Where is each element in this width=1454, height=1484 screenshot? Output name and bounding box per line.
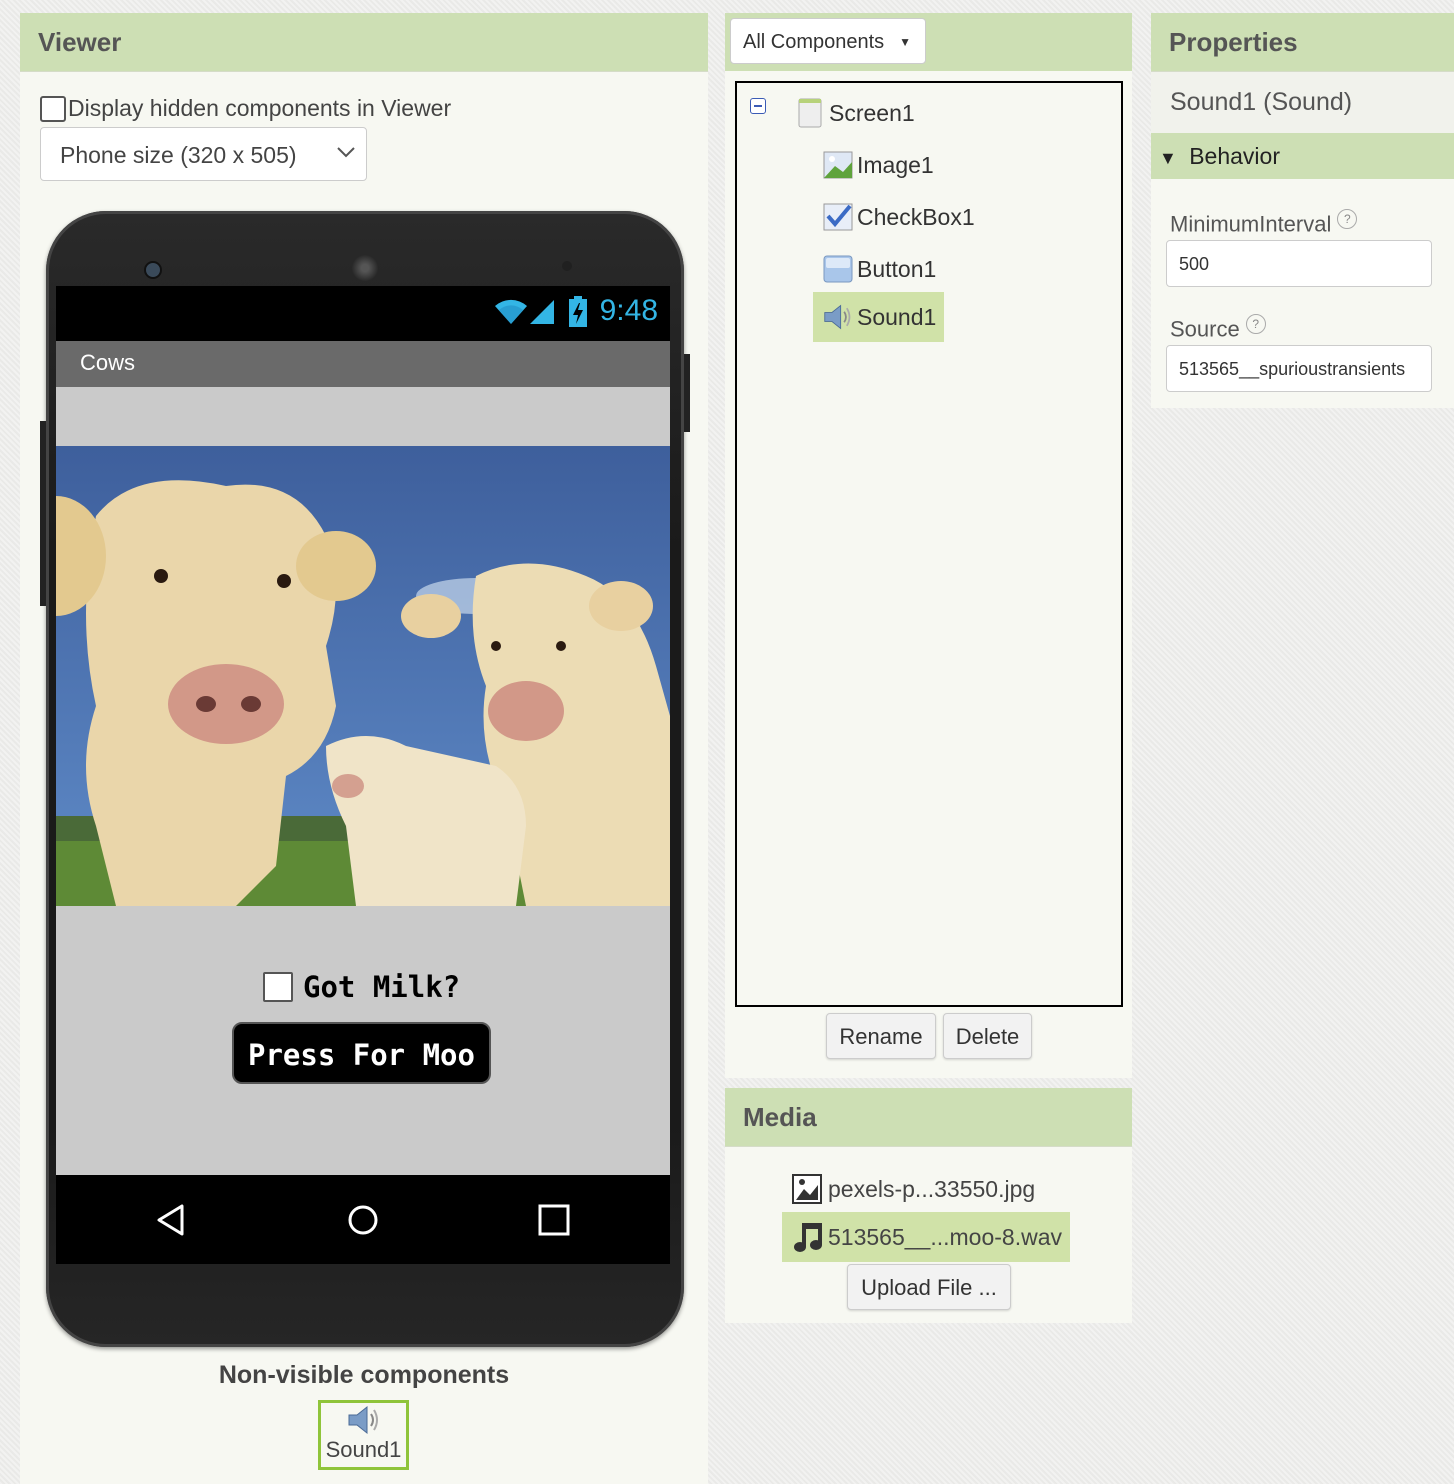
selected-component-name: Sound1 (Sound) — [1151, 72, 1454, 133]
battery-icon — [569, 296, 587, 327]
media-item-label: pexels-p...33550.jpg — [828, 1175, 1036, 1202]
speaker-icon — [348, 1405, 378, 1435]
collapse-triangle-icon: ▼ — [1159, 148, 1177, 168]
status-bar: 9:48 — [56, 286, 670, 341]
tree-item-label: Image1 — [857, 151, 934, 178]
source-text: Source — [1170, 316, 1240, 342]
got-milk-checkbox[interactable]: Got Milk? — [263, 970, 460, 1004]
front-camera-icon — [144, 261, 162, 279]
phone-screen: 9:48 Cows Got Milk? Press For Moo — [56, 286, 670, 1264]
music-file-icon — [794, 1223, 822, 1252]
behavior-section-label: Behavior — [1189, 143, 1280, 169]
phone-size-value: Phone size (320 x 505) — [60, 142, 297, 168]
cow-image[interactable] — [56, 446, 670, 906]
tree-item-checkbox1[interactable]: CheckBox1 — [823, 195, 975, 239]
wifi-icon — [495, 299, 527, 324]
nonvisible-components-title: Non-visible components — [218, 1361, 510, 1389]
display-hidden-label: Display hidden components in Viewer — [68, 95, 452, 121]
screen-icon — [798, 98, 822, 128]
component-tree: Screen1 Image1 CheckBox1 Button1 Sound1 — [735, 81, 1123, 1007]
properties-title: Properties — [1151, 13, 1454, 72]
media-item-label: 513565__...moo-8.wav — [828, 1223, 1062, 1250]
tree-item-label: CheckBox1 — [857, 203, 975, 230]
cows-photo — [56, 446, 670, 906]
tree-item-label: Screen1 — [829, 99, 915, 126]
recents-icon[interactable] — [537, 1203, 571, 1237]
phone-size-select[interactable]: Phone size (320 x 505) — [40, 127, 367, 181]
got-milk-label: Got Milk? — [303, 970, 461, 1004]
tree-item-label: Button1 — [857, 255, 937, 282]
display-hidden-checkbox[interactable] — [40, 95, 66, 122]
image-icon — [823, 151, 853, 179]
viewer-title: Viewer — [20, 13, 708, 72]
display-hidden-row[interactable]: Display hidden components in Viewer — [40, 95, 451, 122]
app-title-bar: Cows — [56, 341, 670, 387]
phone-side-button — [684, 354, 690, 432]
app-title: Cows — [80, 350, 136, 375]
delete-button[interactable]: Delete — [943, 1013, 1032, 1059]
media-item-sound[interactable]: 513565__...moo-8.wav — [782, 1212, 1070, 1262]
viewer-panel: Viewer Display hidden components in View… — [20, 13, 708, 1484]
media-title: Media — [725, 1088, 1132, 1147]
media-panel: Media pexels-p...33550.jpg 513565__...mo… — [725, 1088, 1132, 1323]
status-time: 9:48 — [599, 294, 658, 327]
minimum-interval-label: MinimumInterval? — [1170, 209, 1358, 237]
source-input[interactable]: 513565__spurioustransients — [1166, 345, 1432, 392]
speaker-grille-icon — [352, 255, 378, 281]
minimum-interval-input[interactable]: 500 — [1166, 240, 1432, 287]
android-nav-bar — [56, 1175, 670, 1264]
got-milk-checkbox-box[interactable] — [263, 972, 293, 1002]
nonvisible-sound1-label: Sound1 — [325, 1437, 402, 1462]
phone-volume-button — [40, 421, 46, 606]
media-item-image[interactable]: pexels-p...33550.jpg — [792, 1164, 1035, 1214]
help-icon[interactable]: ? — [1245, 314, 1266, 334]
source-label: Source? — [1170, 314, 1266, 342]
phone-mockup: 9:48 Cows Got Milk? Press For Moo — [40, 211, 690, 1347]
properties-panel: Properties Sound1 (Sound) ▼ Behavior Min… — [1151, 13, 1454, 408]
sensor-icon — [562, 261, 572, 271]
tree-item-sound1[interactable]: Sound1 — [813, 292, 945, 342]
rename-button[interactable]: Rename — [826, 1013, 936, 1059]
components-panel: All Components ▼ Screen1 Image1 CheckBox… — [725, 13, 1132, 1078]
nonvisible-sound1[interactable]: Sound1 — [318, 1400, 409, 1470]
all-components-label: All Components — [743, 31, 885, 53]
signal-icon — [530, 300, 554, 324]
speaker-icon — [824, 304, 851, 330]
press-for-moo-button[interactable]: Press For Moo — [232, 1022, 491, 1084]
minus-icon[interactable] — [750, 98, 766, 114]
components-header: All Components ▼ — [725, 13, 1132, 71]
button-icon — [823, 255, 853, 283]
caret-down-icon: ▼ — [899, 35, 911, 49]
upload-file-button[interactable]: Upload File ... — [847, 1264, 1011, 1310]
all-components-dropdown[interactable]: All Components ▼ — [730, 18, 926, 64]
home-icon[interactable] — [346, 1203, 380, 1237]
help-icon[interactable]: ? — [1337, 209, 1358, 229]
minimum-interval-text: MinimumInterval — [1170, 211, 1332, 237]
tree-item-label: Sound1 — [857, 303, 937, 330]
tree-item-button1[interactable]: Button1 — [823, 247, 936, 291]
tree-item-image1[interactable]: Image1 — [823, 143, 934, 187]
behavior-section-header[interactable]: ▼ Behavior — [1151, 133, 1454, 179]
picture-file-icon — [792, 1174, 822, 1204]
back-icon[interactable] — [154, 1203, 188, 1237]
checkbox-icon — [823, 203, 853, 231]
chevron-down-icon — [337, 147, 355, 158]
tree-item-screen1[interactable]: Screen1 — [795, 91, 915, 135]
